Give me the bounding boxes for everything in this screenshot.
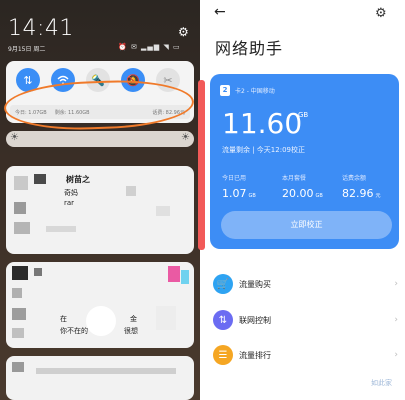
cart-icon: 🛒 [213,274,233,294]
remaining-data-unit: GB [298,111,309,119]
notification-title: 树苗之 [66,175,90,184]
stat-unit: GB [248,193,256,199]
menu-item-network-control[interactable]: ⇅ 联网控制 › [213,307,398,333]
stat-unit: 元 [375,193,381,199]
calibrate-now-button[interactable]: 立即校正 [221,211,392,239]
menu-item-data-ranking[interactable]: ☰ 流量排行 › [213,342,398,368]
notification-line: rar [64,199,75,207]
page-title: 网络助手 [215,39,284,58]
stat-unit: GB [315,193,323,199]
notification-line: 你不在的 [60,327,88,335]
ranking-icon: ☰ [213,345,233,365]
notification-line: 很想 [124,327,138,335]
stat-value: 20.00 [282,187,314,200]
brightness-icon: ☀ [10,132,19,143]
red-divider [198,80,205,250]
settings-icon[interactable]: ⚙ [375,6,387,21]
menu-item-label: 流量购买 [239,279,271,289]
remaining-data-value: 11.60 [222,107,303,140]
stat-balance: 话费余额 82.96 元 [342,173,381,200]
stat-label: 话费余额 [342,175,367,182]
chevron-right-icon: › [394,350,398,360]
notification-line: 金 [130,315,137,323]
arrows-icon: ⇅ [213,310,233,330]
notification-card[interactable]: 在 你不在的 金 很想 [6,262,194,348]
status-bar-icons: ⏰ ✉ ▂▄▆ ◥ ▭ [118,43,181,51]
auto-brightness-icon[interactable]: ☀ [181,132,190,143]
stat-value: 1.07 [222,187,247,200]
watermark: 如此家 [371,379,392,387]
data-usage-card: 2 卡2 - 中国移动 11.60 GB 流量剩余 | 今天12:09校正 今日… [210,74,399,249]
settings-gear-icon[interactable]: ⚙ [178,25,189,39]
clock: 14:41 [8,16,74,41]
stat-label: 本月套餐 [282,175,307,182]
notification-card[interactable]: 树苗之 奇妈 rar [6,166,194,254]
stat-today-used: 今日已用 1.07 GB [222,173,256,200]
notification-line: 奇妈 [64,189,78,197]
menu-item-label: 联网控制 [239,315,271,325]
notification-line: 在 [60,315,67,323]
brightness-slider[interactable]: ☀ ☀ [6,131,194,147]
notification-shade: 14:41 9月15日 周二 ⏰ ✉ ▂▄▆ ◥ ▭ ⚙ ⇅ 🔦 🔕 ✂ 今日:… [0,0,200,400]
menu-item-label: 流量排行 [239,350,271,360]
date-label: 9月15日 周二 [8,46,46,53]
chevron-right-icon: › [394,279,398,289]
stat-monthly-plan: 本月套餐 20.00 GB [282,173,323,200]
menu-item-buy-data[interactable]: 🛒 流量购买 › [213,271,398,297]
chevron-right-icon: › [394,315,398,325]
stat-label: 今日已用 [222,175,247,182]
stat-value: 82.96 [342,187,374,200]
remaining-subtitle: 流量剩余 | 今天12:09校正 [222,146,305,154]
sim-label[interactable]: 卡2 - 中国移动 [235,86,275,95]
sim-card-icon: 2 [220,85,230,96]
notification-card[interactable] [6,356,194,400]
back-arrow-icon[interactable]: ← [214,4,226,20]
network-assistant-screen: ← ⚙ 网络助手 2 卡2 - 中国移动 11.60 GB 流量剩余 | 今天1… [205,0,405,400]
